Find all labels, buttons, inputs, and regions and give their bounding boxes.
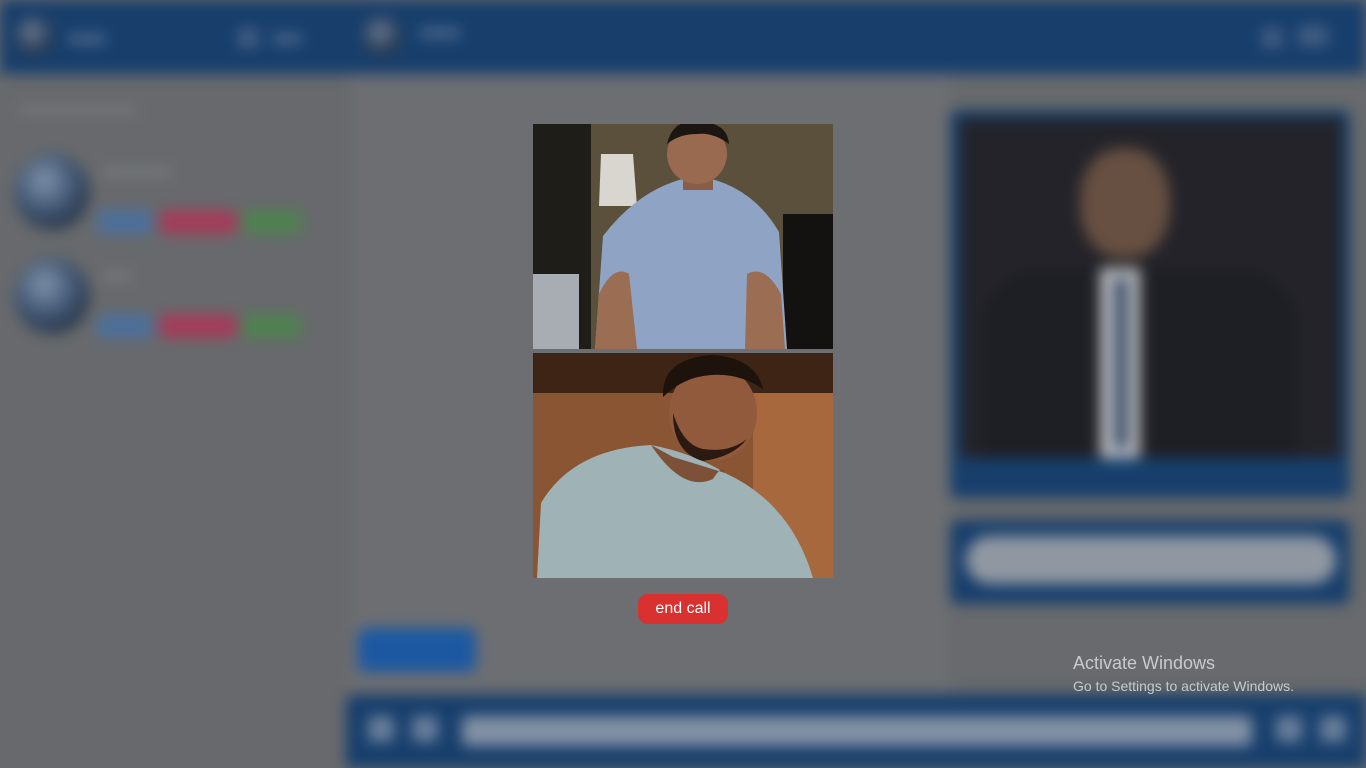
end-call-button[interactable]: end call bbox=[638, 594, 728, 624]
remote-video-frame bbox=[533, 124, 833, 349]
watermark-subtitle: Go to Settings to activate Windows. bbox=[1073, 678, 1294, 694]
watermark-title: Activate Windows bbox=[1073, 653, 1216, 673]
local-video bbox=[533, 353, 833, 578]
local-video-frame bbox=[533, 353, 833, 578]
windows-activation-watermark: Activate Windows Go to Settings to activ… bbox=[1073, 652, 1294, 696]
remote-video bbox=[533, 124, 833, 349]
